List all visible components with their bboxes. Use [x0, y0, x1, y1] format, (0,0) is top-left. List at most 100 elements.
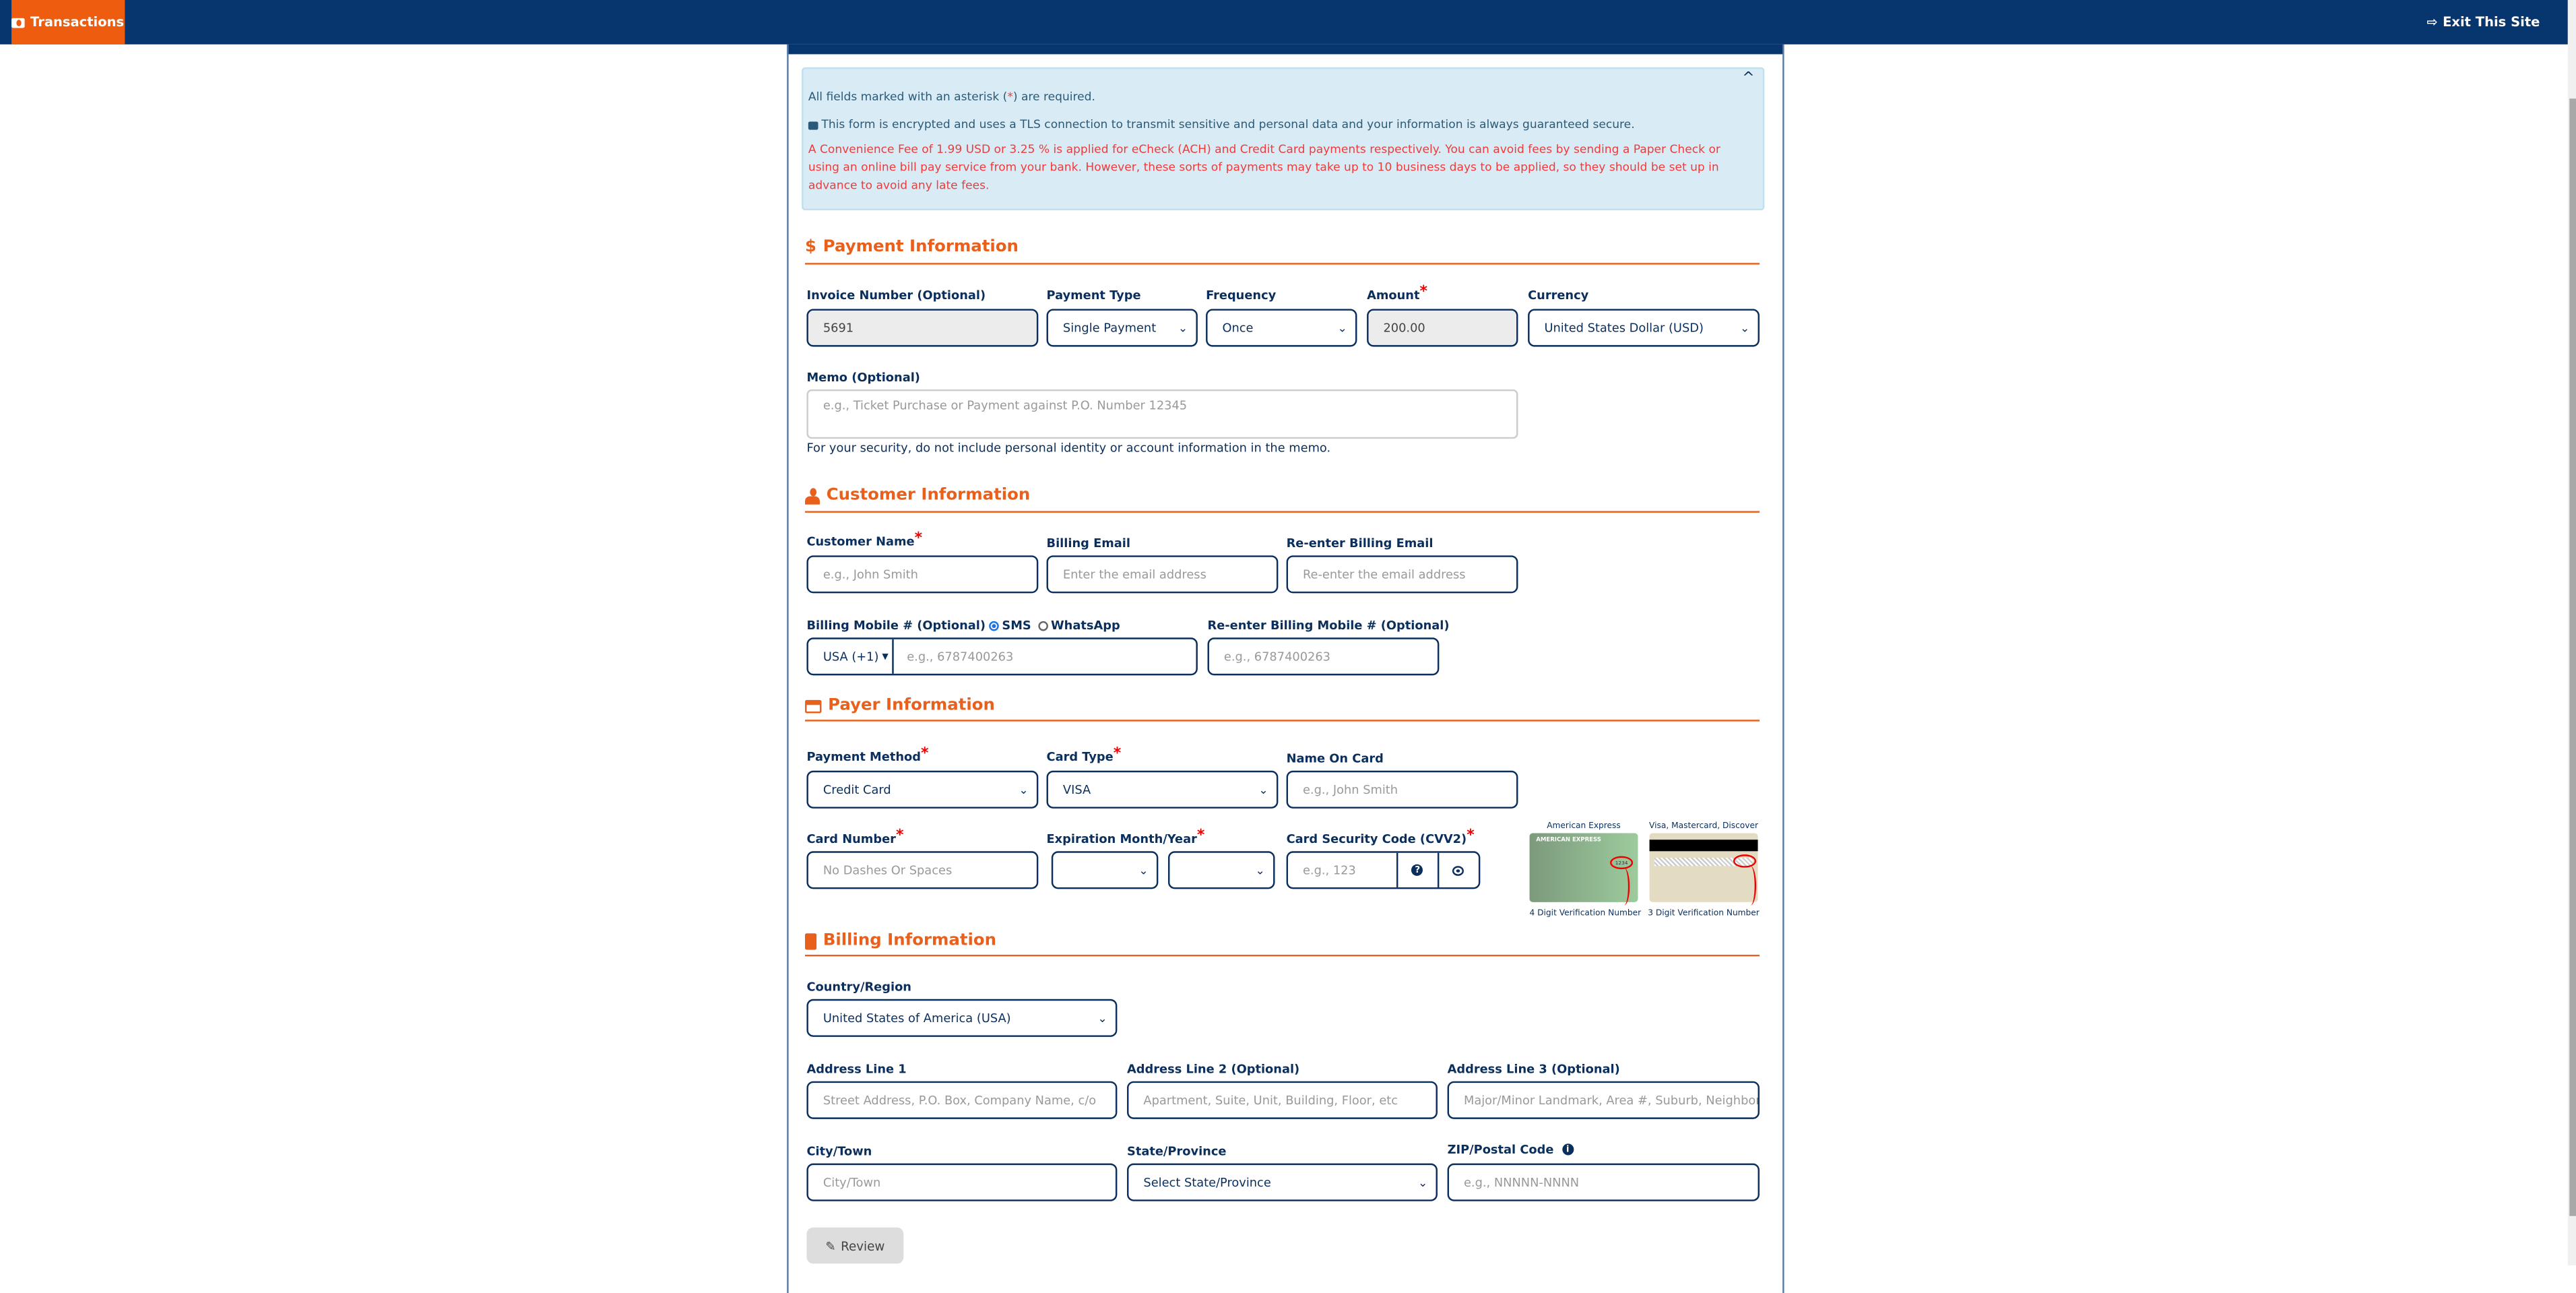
divider	[805, 263, 1760, 265]
mobile-label: Billing Mobile # (Optional) SMS WhatsApp	[806, 618, 1120, 633]
expiry-year-select[interactable]: ⌄	[1167, 851, 1275, 889]
chevron-down-icon: ⌄	[1097, 1011, 1107, 1025]
billing-email-input[interactable]: Enter the email address	[1046, 555, 1279, 594]
collapse-chevron-icon[interactable]: ^	[1742, 71, 1754, 87]
pencil-icon: ✎	[825, 1238, 836, 1253]
payment-type-value: Single Payment	[1062, 320, 1157, 336]
address2-label: Address Line 2 (Optional)	[1127, 1061, 1300, 1077]
required-asterisk: *	[920, 746, 929, 763]
currency-value: United States Dollar (USD)	[1544, 320, 1704, 336]
country-label: Country/Region	[806, 979, 912, 995]
reenter-email-label: Re-enter Billing Email	[1286, 536, 1434, 550]
zip-label-text: ZIP/Postal Code	[1447, 1141, 1554, 1157]
memo-textarea[interactable]: e.g., Ticket Purchase or Payment against…	[806, 389, 1518, 439]
zip-label: ZIP/Postal Code i	[1448, 1142, 1574, 1157]
invoice-input[interactable]: 5691	[806, 309, 1039, 347]
reenter-mobile-input[interactable]: e.g., 6787400263	[1207, 637, 1440, 676]
visa-card-image	[1649, 833, 1758, 906]
card-type-select[interactable]: VISA ⌄	[1046, 770, 1279, 809]
required-note: All fields marked with an asterisk (*) a…	[808, 90, 1095, 104]
info-circle-icon[interactable]: i	[1561, 1143, 1574, 1156]
money-bill-icon	[12, 17, 26, 28]
expiry-label-text: Expiration Month/Year	[1046, 831, 1197, 846]
required-asterisk: *	[914, 530, 923, 548]
secure-note: This form is encrypted and uses a TLS co…	[808, 119, 1635, 131]
address1-input[interactable]: Street Address, P.O. Box, Company Name, …	[806, 1081, 1118, 1119]
address1-label: Address Line 1	[806, 1061, 907, 1077]
cvv-input[interactable]: e.g., 123	[1288, 862, 1396, 877]
payment-method-value: Credit Card	[823, 782, 891, 797]
amex-caption: 4 Digit Verification Number	[1529, 908, 1642, 919]
divider	[805, 511, 1760, 513]
payment-method-select[interactable]: Credit Card ⌄	[806, 770, 1039, 809]
mobile-input[interactable]: e.g., 6787400263	[894, 649, 1013, 664]
transactions-button[interactable]: Transactions	[11, 0, 125, 44]
payer-heading-text: Payer Information	[828, 697, 995, 715]
card-type-value: VISA	[1062, 782, 1091, 797]
state-select[interactable]: Select State/Province ⌄	[1127, 1163, 1438, 1201]
reenter-email-input[interactable]: Re-enter the email address	[1286, 555, 1518, 594]
name-on-card-input[interactable]: e.g., John Smith	[1286, 770, 1518, 809]
country-select[interactable]: United States of America (USA) ⌄	[806, 999, 1118, 1037]
frequency-select[interactable]: Once ⌄	[1206, 309, 1357, 347]
visa-caption: 3 Digit Verification Number	[1648, 908, 1760, 919]
country-value: United States of America (USA)	[823, 1010, 1011, 1026]
info-alert: ^ All fields marked with an asterisk (*)…	[802, 67, 1765, 211]
customer-name-input[interactable]: e.g., John Smith	[806, 555, 1039, 594]
review-button[interactable]: ✎ Review	[806, 1227, 904, 1264]
cvv-label: Card Security Code (CVV2)*	[1286, 828, 1475, 846]
scrollbar-thumb[interactable]	[2569, 98, 2576, 1216]
cvv-help-button[interactable]: ?	[1396, 852, 1438, 887]
country-code-dropdown[interactable]: USA (+1) ▼	[808, 639, 894, 674]
name-on-card-label: Name On Card	[1286, 751, 1384, 766]
payment-type-select[interactable]: Single Payment ⌄	[1046, 309, 1198, 347]
review-label: Review	[841, 1238, 885, 1253]
expiry-label: Expiration Month/Year*	[1046, 828, 1205, 846]
city-input[interactable]: City/Town	[806, 1163, 1118, 1201]
required-text: All fields marked with an asterisk (	[808, 90, 1008, 104]
cvv-show-button[interactable]	[1437, 852, 1479, 887]
address3-label: Address Line 3 (Optional)	[1447, 1061, 1620, 1077]
asterisk: *	[1007, 90, 1013, 104]
country-code-value: USA (+1)	[823, 649, 879, 664]
chevron-down-icon: ⌄	[1258, 783, 1268, 796]
expiry-month-select[interactable]: ⌄	[1051, 851, 1159, 889]
payment-method-label: Payment Method*	[806, 746, 929, 765]
state-label: State/Province	[1127, 1143, 1227, 1159]
sms-label: SMS	[1002, 617, 1031, 633]
payer-heading: Payer Information	[805, 697, 995, 715]
customer-heading: Customer Information	[805, 486, 1030, 505]
chevron-down-icon: ⌄	[1138, 863, 1149, 877]
transactions-label: Transactions	[30, 14, 125, 30]
billing-email-label: Billing Email	[1046, 536, 1131, 550]
amex-title: American Express	[1547, 821, 1621, 832]
required-asterisk: *	[1113, 746, 1122, 763]
exit-site-link[interactable]: ⇨ Exit This Site	[2426, 0, 2540, 44]
card-type-label: Card Type*	[1047, 746, 1122, 764]
invoice-label: Invoice Number (Optional)	[806, 287, 986, 303]
lock-icon	[808, 121, 818, 130]
cvv-label-text: Card Security Code (CVV2)	[1286, 831, 1467, 846]
required-asterisk: *	[1196, 828, 1205, 845]
mobile-input-group: USA (+1) ▼ e.g., 6787400263	[806, 637, 1198, 676]
question-circle-icon: ?	[1411, 864, 1423, 876]
building-icon	[805, 933, 817, 949]
currency-select[interactable]: United States Dollar (USD) ⌄	[1528, 309, 1760, 347]
address2-input[interactable]: Apartment, Suite, Unit, Building, Floor,…	[1127, 1081, 1438, 1119]
frequency-label: Frequency	[1206, 287, 1277, 303]
memo-label: Memo (Optional)	[806, 369, 920, 385]
required-asterisk: *	[1467, 828, 1475, 845]
payment-heading: $ Payment Information	[805, 239, 1019, 257]
address3-input[interactable]: Major/Minor Landmark, Area #, Suburb, Ne…	[1447, 1081, 1760, 1119]
sms-radio[interactable]	[988, 620, 999, 631]
card-number-input[interactable]: No Dashes Or Spaces	[806, 851, 1039, 889]
user-icon	[805, 487, 820, 504]
city-label: City/Town	[806, 1143, 872, 1159]
divider	[805, 720, 1760, 722]
amount-input[interactable]: 200.00	[1367, 309, 1518, 347]
whatsapp-radio[interactable]	[1037, 620, 1048, 631]
cvv-input-group: e.g., 123 ?	[1286, 851, 1481, 889]
zip-input[interactable]: e.g., NNNNN-NNNN	[1447, 1163, 1760, 1201]
payment-method-label-text: Payment Method	[806, 749, 921, 765]
state-value: Select State/Province	[1143, 1174, 1271, 1190]
